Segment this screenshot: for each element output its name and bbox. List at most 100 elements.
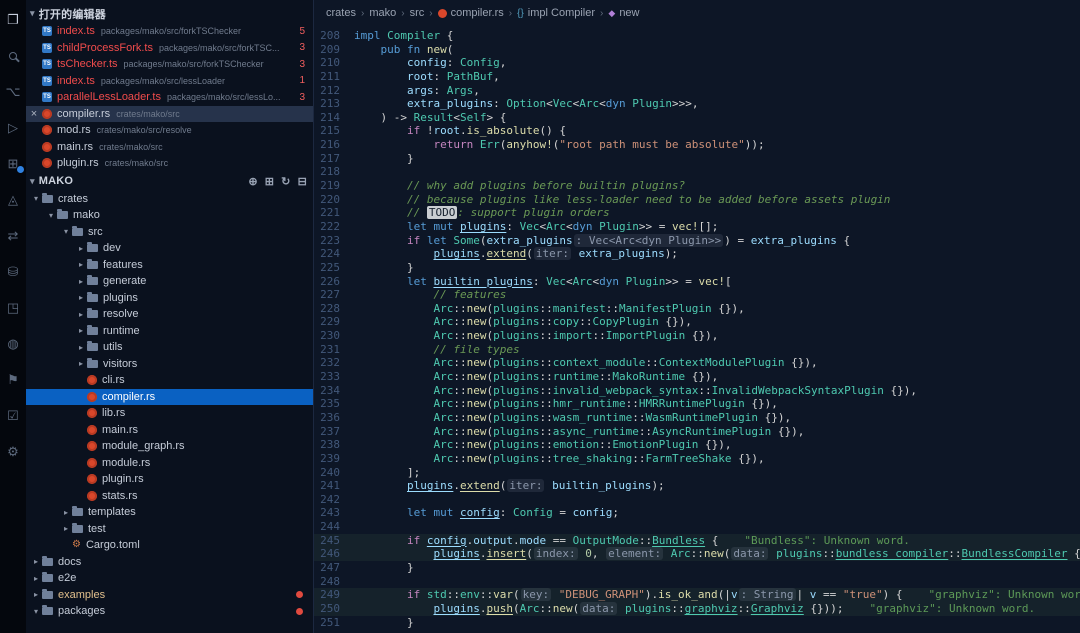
- remote-icon[interactable]: ⇄: [4, 228, 22, 243]
- tree-item-visitors[interactable]: ▸visitors: [26, 356, 313, 373]
- code-line[interactable]: 217 }: [314, 152, 1080, 166]
- tree-item-compiler-rs[interactable]: compiler.rs: [26, 389, 313, 406]
- code-line[interactable]: 231 // file types: [314, 343, 1080, 357]
- tree-item-crates[interactable]: ▾crates: [26, 191, 313, 208]
- code-line[interactable]: 248: [314, 575, 1080, 589]
- testing-icon[interactable]: ◬: [4, 192, 22, 207]
- code-line[interactable]: 223 if let Some(extra_plugins: Vec<Arc<d…: [314, 234, 1080, 248]
- collapse-all-icon[interactable]: ⊟: [298, 175, 307, 188]
- open-editor-item[interactable]: ×compiler.rscrates/mako/src: [26, 106, 313, 123]
- code-line[interactable]: 250 plugins.push(Arc::new(data: plugins:…: [314, 602, 1080, 616]
- search-icon[interactable]: [4, 48, 22, 63]
- database-icon[interactable]: ⛁: [4, 264, 22, 279]
- project-header[interactable]: ▾ MAKO ⊕⊞↻⊟: [26, 172, 313, 191]
- code-line[interactable]: 236 Arc::new(plugins::wasm_runtime::Wasm…: [314, 411, 1080, 425]
- code-line[interactable]: 233 Arc::new(plugins::runtime::MakoRunti…: [314, 370, 1080, 384]
- new-file-icon[interactable]: ⊕: [248, 175, 257, 188]
- open-editor-item[interactable]: TSparallelLessLoader.tspackages/mako/src…: [26, 89, 313, 106]
- code-line[interactable]: 220 // because plugins like less-loader …: [314, 193, 1080, 207]
- tree-item-utils[interactable]: ▸utils: [26, 339, 313, 356]
- code-line[interactable]: 226 let builtin_plugins: Vec<Arc<dyn Plu…: [314, 275, 1080, 289]
- code-line[interactable]: 240 ];: [314, 466, 1080, 480]
- tree-item-templates[interactable]: ▸templates: [26, 504, 313, 521]
- docker-icon[interactable]: ◳: [4, 300, 22, 315]
- tree-item-packages[interactable]: ▾packages: [26, 603, 313, 620]
- refresh-icon[interactable]: ↻: [281, 175, 290, 188]
- open-editor-item[interactable]: mod.rscrates/mako/src/resolve: [26, 122, 313, 139]
- code-line[interactable]: 249 if std::env::var(key: "DEBUG_GRAPH")…: [314, 588, 1080, 602]
- tree-item-module-rs[interactable]: module.rs: [26, 455, 313, 472]
- settings-gear-icon[interactable]: ⚙: [4, 444, 22, 459]
- code-line[interactable]: 211 root: PathBuf,: [314, 70, 1080, 84]
- open-editor-item[interactable]: TSindex.tspackages/mako/src/lessLoader1: [26, 73, 313, 90]
- code-line[interactable]: 210 config: Config,: [314, 56, 1080, 70]
- tree-item-plugins[interactable]: ▸plugins: [26, 290, 313, 307]
- code-line[interactable]: 227 // features: [314, 288, 1080, 302]
- tree-item-mako[interactable]: ▾mako: [26, 207, 313, 224]
- open-editor-item[interactable]: TSchildProcessFork.tspackages/mako/src/f…: [26, 40, 313, 57]
- code-line[interactable]: 228 Arc::new(plugins::manifest::Manifest…: [314, 302, 1080, 316]
- new-folder-icon[interactable]: ⊞: [265, 175, 274, 188]
- code-line[interactable]: 221 // TODO: support plugin orders: [314, 206, 1080, 220]
- code-line[interactable]: 229 Arc::new(plugins::copy::CopyPlugin {…: [314, 315, 1080, 329]
- code-line[interactable]: 214 ) -> Result<Self> {: [314, 111, 1080, 125]
- tree-item-features[interactable]: ▸features: [26, 257, 313, 274]
- tree-item-cargo-toml[interactable]: ⚙Cargo.toml: [26, 537, 313, 554]
- code-line[interactable]: 239 Arc::new(plugins::tree_shaking::Farm…: [314, 452, 1080, 466]
- breadcrumb-item[interactable]: mako: [369, 7, 396, 19]
- open-editor-item[interactable]: TSindex.tspackages/mako/src/forkTSChecke…: [26, 23, 313, 40]
- code-line[interactable]: 234 Arc::new(plugins::invalid_webpack_sy…: [314, 384, 1080, 398]
- tree-item-e2e[interactable]: ▸e2e: [26, 570, 313, 587]
- code-line[interactable]: 230 Arc::new(plugins::import::ImportPlug…: [314, 329, 1080, 343]
- code-line[interactable]: 216 return Err(anyhow!("root path must b…: [314, 138, 1080, 152]
- breadcrumb-item[interactable]: ◆new: [608, 7, 639, 19]
- code-line[interactable]: 208impl Compiler {: [314, 29, 1080, 43]
- code-line[interactable]: 247 }: [314, 561, 1080, 575]
- github-icon[interactable]: ◍: [4, 336, 22, 351]
- tree-item-runtime[interactable]: ▸runtime: [26, 323, 313, 340]
- open-editor-item[interactable]: main.rscrates/mako/src: [26, 139, 313, 156]
- tree-item-src[interactable]: ▾src: [26, 224, 313, 241]
- tree-item-plugin-rs[interactable]: plugin.rs: [26, 471, 313, 488]
- source-control-icon[interactable]: ⌥: [4, 84, 22, 99]
- run-debug-icon[interactable]: ▷: [4, 120, 22, 135]
- breadcrumb-item[interactable]: {}impl Compiler: [517, 7, 595, 19]
- code-line[interactable]: 225 }: [314, 261, 1080, 275]
- code-line[interactable]: 219 // why add plugins before builtin pl…: [314, 179, 1080, 193]
- tree-item-dev[interactable]: ▸dev: [26, 240, 313, 257]
- code-line[interactable]: 246 plugins.insert(index: 0, element: Ar…: [314, 547, 1080, 561]
- tree-item-test[interactable]: ▸test: [26, 521, 313, 538]
- code-line[interactable]: 251 }: [314, 616, 1080, 630]
- code-line[interactable]: 244: [314, 520, 1080, 534]
- breadcrumb-item[interactable]: crates: [326, 7, 356, 19]
- code-line[interactable]: 222 let mut plugins: Vec<Arc<dyn Plugin>…: [314, 220, 1080, 234]
- code-line[interactable]: 209 pub fn new(: [314, 43, 1080, 57]
- code-line[interactable]: 245 if config.output.mode == OutputMode:…: [314, 534, 1080, 548]
- code-line[interactable]: 243 let mut config: Config = config;: [314, 506, 1080, 520]
- code-line[interactable]: 215 if !root.is_absolute() {: [314, 124, 1080, 138]
- code-line[interactable]: 237 Arc::new(plugins::async_runtime::Asy…: [314, 425, 1080, 439]
- extensions-icon[interactable]: ⊞: [4, 156, 22, 171]
- code-line[interactable]: 238 Arc::new(plugins::emotion::EmotionPl…: [314, 438, 1080, 452]
- tree-item-stats-rs[interactable]: stats.rs: [26, 488, 313, 505]
- close-icon[interactable]: ×: [26, 108, 42, 120]
- code-line[interactable]: 213 extra_plugins: Option<Vec<Arc<dyn Pl…: [314, 97, 1080, 111]
- code-line[interactable]: 241 plugins.extend(iter: builtin_plugins…: [314, 479, 1080, 493]
- open-editors-header[interactable]: ▾ 打开的编辑器: [26, 4, 313, 23]
- code-line[interactable]: 232 Arc::new(plugins::context_module::Co…: [314, 356, 1080, 370]
- tree-item-main-rs[interactable]: main.rs: [26, 422, 313, 439]
- code-line[interactable]: 235 Arc::new(plugins::hmr_runtime::HMRRu…: [314, 397, 1080, 411]
- tree-item-cli-rs[interactable]: cli.rs: [26, 372, 313, 389]
- explorer-icon[interactable]: ❐: [4, 12, 22, 27]
- tree-item-lib-rs[interactable]: lib.rs: [26, 405, 313, 422]
- tree-item-generate[interactable]: ▸generate: [26, 273, 313, 290]
- breadcrumb-item[interactable]: compiler.rs: [438, 7, 504, 19]
- tree-item-resolve[interactable]: ▸resolve: [26, 306, 313, 323]
- tree-item-docs[interactable]: ▸docs: [26, 554, 313, 571]
- open-editor-item[interactable]: TStsChecker.tspackages/mako/src/forkTSCh…: [26, 56, 313, 73]
- tree-item-examples[interactable]: ▸examples: [26, 587, 313, 604]
- breadcrumb-item[interactable]: src: [410, 7, 425, 19]
- code-line[interactable]: 218: [314, 165, 1080, 179]
- tree-item-module-graph-rs[interactable]: module_graph.rs: [26, 438, 313, 455]
- code-line[interactable]: 242: [314, 493, 1080, 507]
